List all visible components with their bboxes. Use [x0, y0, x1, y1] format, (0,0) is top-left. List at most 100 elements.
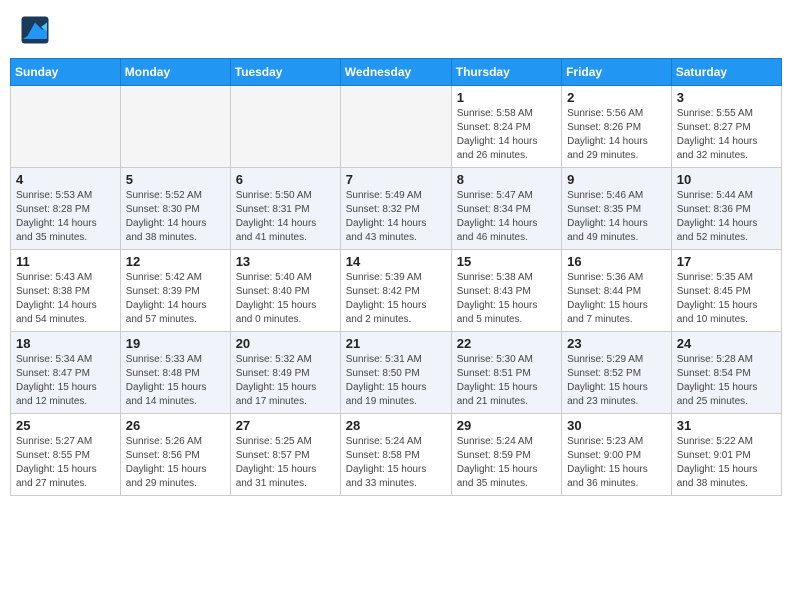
day-number: 16: [567, 254, 666, 269]
day-info: Sunrise: 5:47 AM Sunset: 8:34 PM Dayligh…: [457, 189, 556, 245]
calendar-cell: 11Sunrise: 5:43 AM Sunset: 8:38 PM Dayli…: [11, 250, 121, 332]
calendar-cell: 10 Sunrise: 5:44 AM Sunset: 8:36 PM Dayli…: [671, 168, 781, 250]
day-number: 29: [457, 418, 556, 433]
calendar-cell: 8 Sunrise: 5:47 AM Sunset: 8:34 PM Daylig…: [451, 168, 561, 250]
day-number: 11: [16, 254, 115, 269]
day-number: 23: [567, 336, 666, 351]
day-number: 17: [677, 254, 776, 269]
day-number: 6: [236, 172, 335, 187]
calendar-cell: 24 Sunrise: 5:28 AM Sunset: 8:54 PM Dayli…: [671, 332, 781, 414]
day-of-week-header: Sunday: [11, 59, 121, 86]
day-info: Sunrise: 5:42 AM Sunset: 8:39 PM Dayligh…: [126, 271, 225, 327]
day-info: Sunrise: 5:46 AM Sunset: 8:35 PM Dayligh…: [567, 189, 666, 245]
day-info: Sunrise: 5:34 AM Sunset: 8:47 PM Dayligh…: [16, 353, 115, 409]
day-number: 2: [567, 90, 666, 105]
calendar-table: SundayMondayTuesdayWednesdayThursdayFrid…: [10, 58, 782, 496]
calendar-cell: 30Sunrise: 5:23 AM Sunset: 9:00 PM Dayli…: [562, 414, 672, 496]
day-number: 15: [457, 254, 556, 269]
calendar-cell: 25 Sunrise: 5:27 AM Sunset: 8:55 PM Dayli…: [11, 414, 121, 496]
day-number: 3: [677, 90, 776, 105]
day-number: 10: [677, 172, 776, 187]
day-info: Sunrise: 5:36 AM Sunset: 8:44 PM Dayligh…: [567, 271, 666, 327]
calendar-week-row: 18 Sunrise: 5:34 AM Sunset: 8:47 PM Dayli…: [11, 332, 782, 414]
day-info: Sunrise: 5:56 AM Sunset: 8:26 PM Dayligh…: [567, 107, 666, 163]
calendar-cell: 22 Sunrise: 5:30 AM Sunset: 8:51 PM Dayli…: [451, 332, 561, 414]
day-info: Sunrise: 5:53 AM Sunset: 8:28 PM Dayligh…: [16, 189, 115, 245]
day-info: Sunrise: 5:29 AM Sunset: 8:52 PM Dayligh…: [567, 353, 666, 409]
day-number: 31: [677, 418, 776, 433]
calendar-cell: 21 Sunrise: 5:31 AM Sunset: 8:50 PM Dayli…: [340, 332, 451, 414]
day-info: Sunrise: 5:30 AM Sunset: 8:51 PM Dayligh…: [457, 353, 556, 409]
day-of-week-header: Tuesday: [230, 59, 340, 86]
day-info: Sunrise: 5:32 AM Sunset: 8:49 PM Dayligh…: [236, 353, 335, 409]
day-info: Sunrise: 5:55 AM Sunset: 8:27 PM Dayligh…: [677, 107, 776, 163]
calendar-cell: [230, 86, 340, 168]
day-number: 28: [346, 418, 446, 433]
day-number: 14: [346, 254, 446, 269]
day-of-week-header: Friday: [562, 59, 672, 86]
calendar-cell: 1 Sunrise: 5:58 AM Sunset: 8:24 PM Daylig…: [451, 86, 561, 168]
day-info: Sunrise: 5:52 AM Sunset: 8:30 PM Dayligh…: [126, 189, 225, 245]
calendar-cell: 23 Sunrise: 5:29 AM Sunset: 8:52 PM Dayli…: [562, 332, 672, 414]
calendar-cell: 7Sunrise: 5:49 AM Sunset: 8:32 PM Daylig…: [340, 168, 451, 250]
day-number: 5: [126, 172, 225, 187]
day-number: 25: [16, 418, 115, 433]
day-info: Sunrise: 5:27 AM Sunset: 8:55 PM Dayligh…: [16, 435, 115, 491]
calendar-cell: 31 Sunrise: 5:22 AM Sunset: 9:01 PM Dayli…: [671, 414, 781, 496]
day-info: Sunrise: 5:31 AM Sunset: 8:50 PM Dayligh…: [346, 353, 446, 409]
day-info: Sunrise: 5:22 AM Sunset: 9:01 PM Dayligh…: [677, 435, 776, 491]
day-info: Sunrise: 5:28 AM Sunset: 8:54 PM Dayligh…: [677, 353, 776, 409]
calendar-cell: 19 Sunrise: 5:33 AM Sunset: 8:48 PM Dayli…: [120, 332, 230, 414]
day-info: Sunrise: 5:35 AM Sunset: 8:45 PM Dayligh…: [677, 271, 776, 327]
day-info: Sunrise: 5:24 AM Sunset: 8:59 PM Dayligh…: [457, 435, 556, 491]
day-number: 27: [236, 418, 335, 433]
calendar-cell: 14 Sunrise: 5:39 AM Sunset: 8:42 PM Dayli…: [340, 250, 451, 332]
day-of-week-header: Saturday: [671, 59, 781, 86]
day-info: Sunrise: 5:33 AM Sunset: 8:48 PM Dayligh…: [126, 353, 225, 409]
logo: [20, 15, 52, 45]
day-info: Sunrise: 5:26 AM Sunset: 8:56 PM Dayligh…: [126, 435, 225, 491]
calendar-cell: [120, 86, 230, 168]
calendar-cell: 16 Sunrise: 5:36 AM Sunset: 8:44 PM Dayli…: [562, 250, 672, 332]
calendar-cell: 12Sunrise: 5:42 AM Sunset: 8:39 PM Dayli…: [120, 250, 230, 332]
calendar-week-row: 25 Sunrise: 5:27 AM Sunset: 8:55 PM Dayli…: [11, 414, 782, 496]
calendar-week-row: 4 Sunrise: 5:53 AM Sunset: 8:28 PM Daylig…: [11, 168, 782, 250]
day-number: 20: [236, 336, 335, 351]
calendar-cell: 9Sunrise: 5:46 AM Sunset: 8:35 PM Daylig…: [562, 168, 672, 250]
calendar-cell: 29 Sunrise: 5:24 AM Sunset: 8:59 PM Dayli…: [451, 414, 561, 496]
calendar-cell: 5 Sunrise: 5:52 AM Sunset: 8:30 PM Daylig…: [120, 168, 230, 250]
day-number: 26: [126, 418, 225, 433]
calendar-cell: 17 Sunrise: 5:35 AM Sunset: 8:45 PM Dayli…: [671, 250, 781, 332]
day-of-week-header: Thursday: [451, 59, 561, 86]
day-number: 4: [16, 172, 115, 187]
day-of-week-header: Monday: [120, 59, 230, 86]
page-header: [10, 10, 782, 50]
day-info: Sunrise: 5:44 AM Sunset: 8:36 PM Dayligh…: [677, 189, 776, 245]
calendar-cell: [11, 86, 121, 168]
day-number: 30: [567, 418, 666, 433]
day-info: Sunrise: 5:24 AM Sunset: 8:58 PM Dayligh…: [346, 435, 446, 491]
day-number: 13: [236, 254, 335, 269]
calendar-week-row: 11Sunrise: 5:43 AM Sunset: 8:38 PM Dayli…: [11, 250, 782, 332]
calendar-cell: 4 Sunrise: 5:53 AM Sunset: 8:28 PM Daylig…: [11, 168, 121, 250]
day-info: Sunrise: 5:38 AM Sunset: 8:43 PM Dayligh…: [457, 271, 556, 327]
calendar-cell: 28 Sunrise: 5:24 AM Sunset: 8:58 PM Dayli…: [340, 414, 451, 496]
day-info: Sunrise: 5:25 AM Sunset: 8:57 PM Dayligh…: [236, 435, 335, 491]
day-number: 1: [457, 90, 556, 105]
logo-icon: [20, 15, 50, 45]
day-number: 18: [16, 336, 115, 351]
day-of-week-header: Wednesday: [340, 59, 451, 86]
day-number: 8: [457, 172, 556, 187]
day-number: 24: [677, 336, 776, 351]
day-info: Sunrise: 5:40 AM Sunset: 8:40 PM Dayligh…: [236, 271, 335, 327]
calendar-cell: 27 Sunrise: 5:25 AM Sunset: 8:57 PM Dayli…: [230, 414, 340, 496]
calendar-header-row: SundayMondayTuesdayWednesdayThursdayFrid…: [11, 59, 782, 86]
day-number: 19: [126, 336, 225, 351]
calendar-cell: [340, 86, 451, 168]
day-info: Sunrise: 5:39 AM Sunset: 8:42 PM Dayligh…: [346, 271, 446, 327]
calendar-cell: 13 Sunrise: 5:40 AM Sunset: 8:40 PM Dayli…: [230, 250, 340, 332]
day-info: Sunrise: 5:58 AM Sunset: 8:24 PM Dayligh…: [457, 107, 556, 163]
day-info: Sunrise: 5:49 AM Sunset: 8:32 PM Dayligh…: [346, 189, 446, 245]
day-number: 22: [457, 336, 556, 351]
day-number: 21: [346, 336, 446, 351]
